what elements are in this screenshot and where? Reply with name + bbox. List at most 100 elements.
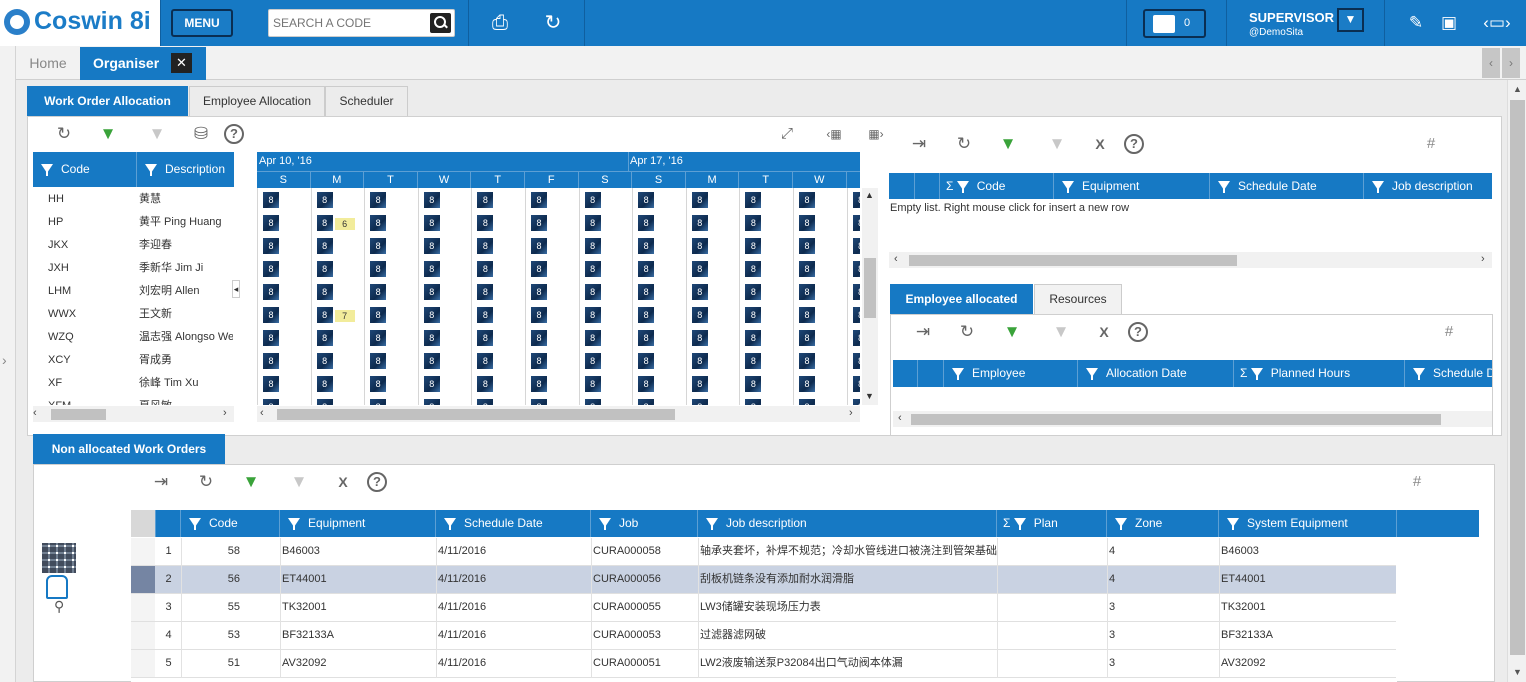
- hours-cell[interactable]: 8: [477, 215, 494, 231]
- calendar-refresh-icon[interactable]: ▣: [1437, 0, 1461, 46]
- work-order-row[interactable]: 3 55 TK32001 4/11/2016 CURA000055 LW3储罐安装现场压力…: [131, 594, 1396, 622]
- hours-cell[interactable]: 8: [584, 307, 601, 323]
- hours-cell[interactable]: 8: [423, 399, 440, 405]
- hours-cell[interactable]: 8: [638, 238, 655, 254]
- hours-cell[interactable]: 8: [316, 284, 333, 300]
- description-column-header[interactable]: Description: [137, 152, 234, 187]
- hours-cell[interactable]: 8: [531, 215, 547, 231]
- add-filter-icon[interactable]: ▼: [97, 123, 119, 145]
- hours-cell[interactable]: 8: [745, 215, 762, 231]
- hours-cell[interactable]: 8: [370, 238, 387, 254]
- employee-row[interactable]: WWX 王文新: [33, 303, 233, 326]
- work-order-row[interactable]: 5 51 AV32092 4/11/2016 CURA000051 LW2液废输送泵P32…: [131, 650, 1396, 678]
- alloc-hscroll[interactable]: ‹: [893, 411, 1492, 427]
- hours-cell[interactable]: 8: [745, 307, 762, 323]
- database-search-icon[interactable]: ⛁: [190, 123, 212, 145]
- search-input[interactable]: [273, 14, 423, 32]
- tabs-prev-arrow[interactable]: ‹: [1482, 48, 1500, 78]
- job-description-column-header[interactable]: Job description: [698, 510, 997, 537]
- hours-cell[interactable]: 8: [370, 330, 387, 346]
- hours-cell[interactable]: 8: [423, 238, 440, 254]
- hours-cell[interactable]: 8: [799, 215, 815, 231]
- hours-cell[interactable]: 8: [316, 330, 333, 346]
- hours-cell[interactable]: 8: [370, 261, 387, 277]
- hours-cell[interactable]: 8: [745, 284, 762, 300]
- calendar-vscroll[interactable]: ▲ ▼: [862, 188, 878, 405]
- hours-cell[interactable]: 8: [584, 284, 601, 300]
- system-equipment-column-header[interactable]: System Equipment: [1219, 510, 1397, 537]
- row-selector[interactable]: [131, 594, 155, 622]
- menu-button[interactable]: MENU: [171, 9, 233, 37]
- hours-cell[interactable]: 8: [423, 376, 440, 392]
- work-order-row[interactable]: 4 53 BF32133A 4/11/2016 CURA000053 过滤器滤网破 3 BF3…: [131, 622, 1396, 650]
- hours-cell[interactable]: 8: [316, 399, 333, 405]
- hours-cell[interactable]: 8: [316, 261, 333, 277]
- app-logo[interactable]: Coswin 8i: [0, 0, 160, 46]
- hours-cell[interactable]: 8: [638, 376, 655, 392]
- hours-cell[interactable]: 8: [423, 307, 440, 323]
- allocated-hours-cell[interactable]: 6: [334, 218, 355, 230]
- hours-cell[interactable]: 8: [852, 330, 860, 346]
- hash-icon[interactable]: #: [1438, 321, 1460, 343]
- hours-cell[interactable]: 8: [370, 399, 387, 405]
- hours-cell[interactable]: 8: [477, 399, 494, 405]
- hours-cell[interactable]: 8: [477, 376, 494, 392]
- hours-cell[interactable]: 8: [638, 353, 655, 369]
- refresh-icon[interactable]: ↻: [956, 321, 978, 343]
- work-order-row[interactable]: 1 58 B46003 4/11/2016 CURA000058 轴承夹套坏，补焊不规范；…: [131, 538, 1396, 566]
- hours-cell[interactable]: 8: [316, 307, 333, 323]
- wo-top-table-body[interactable]: Empty list. Right mouse click for insert…: [889, 200, 1492, 251]
- employee-row[interactable]: XCY 胥成勇: [33, 349, 233, 372]
- main-scrollbar[interactable]: ▲ ▼: [1507, 80, 1526, 682]
- next-week-icon[interactable]: ▦›: [862, 123, 890, 145]
- equipment-column-header[interactable]: Equipment: [1054, 173, 1210, 199]
- hours-cell[interactable]: 8: [852, 192, 860, 208]
- hours-cell[interactable]: 8: [852, 238, 860, 254]
- help-icon[interactable]: ?: [1128, 322, 1148, 342]
- hours-cell[interactable]: 8: [852, 284, 860, 300]
- hash-icon[interactable]: #: [1406, 471, 1428, 493]
- hours-cell[interactable]: 8: [477, 284, 494, 300]
- hours-cell[interactable]: 8: [691, 238, 708, 254]
- hours-cell[interactable]: 8: [477, 330, 494, 346]
- expand-icon[interactable]: ⤢: [776, 123, 798, 145]
- work-order-row[interactable]: 2 56 ET44001 4/11/2016 CURA000056 刮板机链条没有添加耐水…: [131, 566, 1396, 594]
- tab-home[interactable]: Home: [16, 48, 80, 80]
- hours-cell[interactable]: 8: [691, 353, 708, 369]
- hours-cell[interactable]: 8: [316, 215, 333, 231]
- tab-resources[interactable]: Resources: [1034, 284, 1122, 314]
- hours-cell[interactable]: 8: [263, 261, 279, 277]
- hours-cell[interactable]: 8: [638, 399, 655, 405]
- hours-cell[interactable]: 8: [691, 399, 708, 405]
- wo-top-hscroll[interactable]: ‹ ›: [889, 252, 1492, 268]
- hours-cell[interactable]: 8: [477, 238, 494, 254]
- hours-cell[interactable]: 8: [638, 261, 655, 277]
- job-description-column-header[interactable]: Job description: [1364, 173, 1492, 199]
- hours-cell[interactable]: 8: [799, 284, 815, 300]
- tabs-next-arrow[interactable]: ›: [1502, 48, 1520, 78]
- export-icon[interactable]: ⇥: [912, 321, 934, 343]
- hours-cell[interactable]: 8: [691, 376, 708, 392]
- print-icon[interactable]: ⎙: [487, 0, 513, 46]
- hours-cell[interactable]: 8: [852, 399, 860, 405]
- hours-cell[interactable]: 8: [584, 238, 601, 254]
- hours-cell[interactable]: 8: [852, 376, 860, 392]
- employee-row[interactable]: JXH 季新华 Jim Ji: [33, 257, 233, 280]
- schedule-date-column-header[interactable]: Schedule Date: [1405, 360, 1492, 387]
- allocated-hours-cell[interactable]: 7: [334, 310, 355, 322]
- non-allocated-title-tab[interactable]: Non allocated Work Orders: [33, 434, 225, 464]
- user-dropdown-button[interactable]: ▼: [1337, 8, 1364, 32]
- refresh-icon[interactable]: ↻: [953, 133, 975, 155]
- hours-cell[interactable]: 8: [584, 261, 601, 277]
- help-icon[interactable]: ?: [367, 472, 387, 492]
- previous-week-icon[interactable]: ‹▦: [820, 123, 848, 145]
- hours-cell[interactable]: 8: [263, 192, 279, 208]
- add-filter-icon[interactable]: ▼: [997, 133, 1019, 155]
- subtab-work-order-allocation[interactable]: Work Order Allocation: [27, 86, 188, 116]
- hours-cell[interactable]: 8: [370, 215, 387, 231]
- hours-cell[interactable]: 8: [691, 215, 708, 231]
- employee-row[interactable]: LHM 刘宏明 Allen: [33, 280, 233, 303]
- plan-column-header[interactable]: Σ Plan: [997, 510, 1107, 537]
- hours-cell[interactable]: 8: [584, 330, 601, 346]
- hours-cell[interactable]: 8: [370, 353, 387, 369]
